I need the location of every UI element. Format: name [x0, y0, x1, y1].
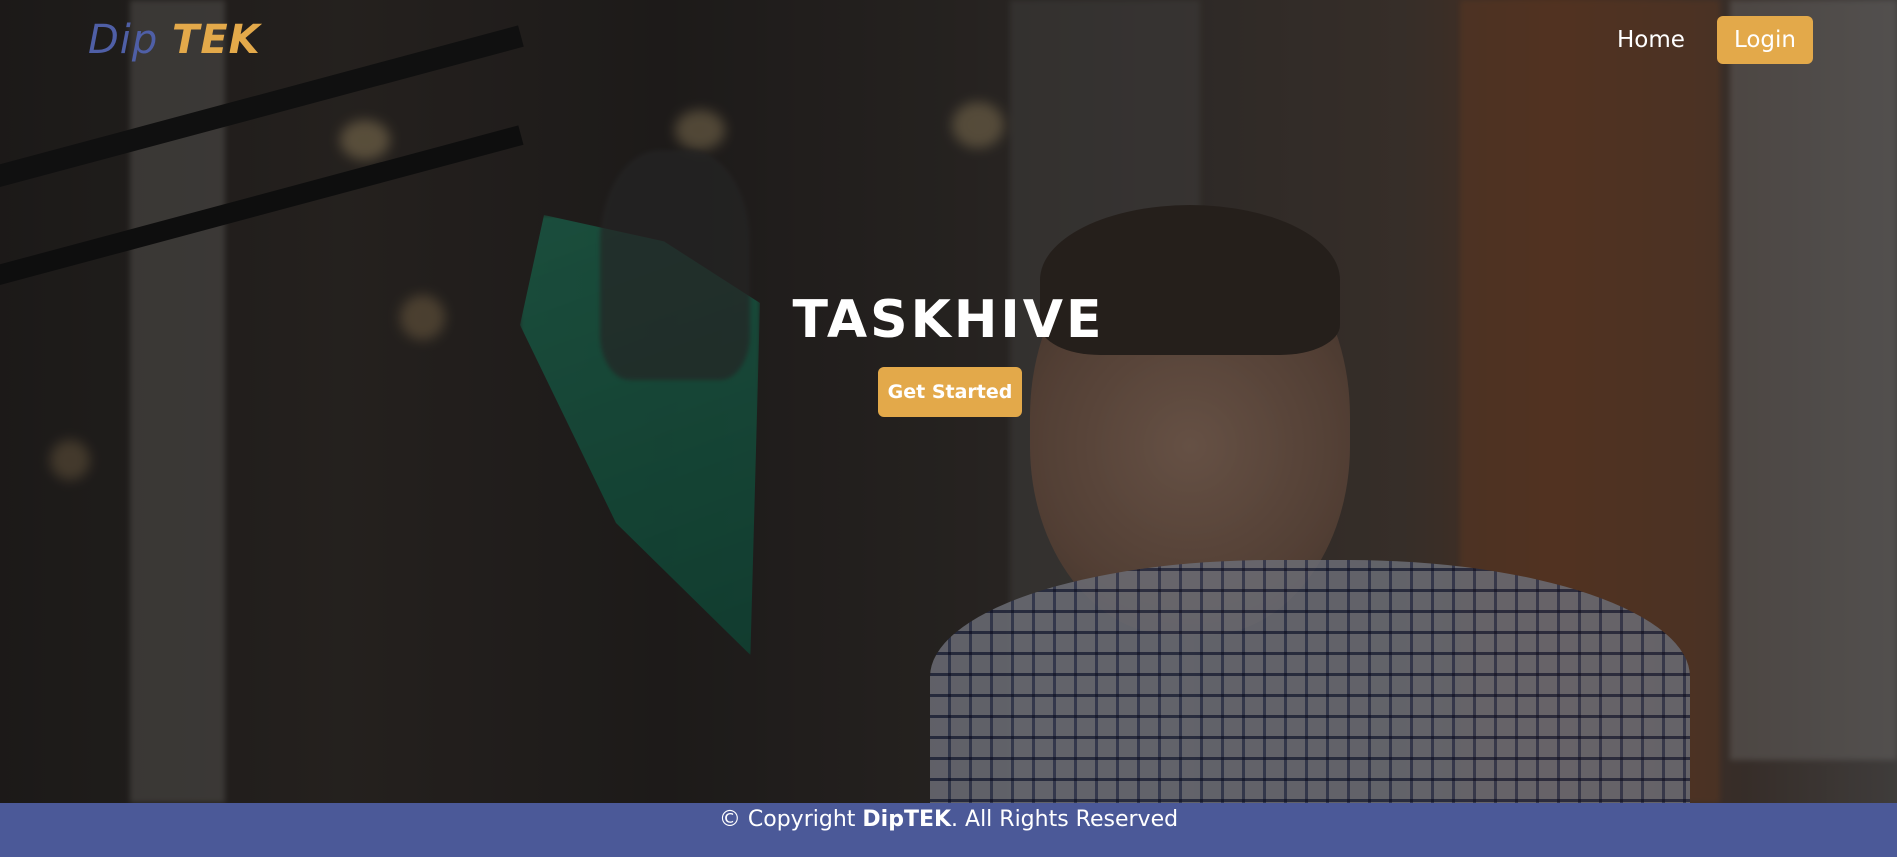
hero-title: TASKHIVE: [792, 290, 1105, 350]
brand-logo-part1: Dip: [88, 17, 159, 63]
footer-company-name: DipTEK: [862, 807, 952, 832]
get-started-button[interactable]: Get Started: [878, 367, 1022, 417]
footer: © Copyright DipTEK. All Rights Reserved: [0, 803, 1897, 857]
hero-section: Dip TEK Home Login TASKHIVE Get Started: [0, 0, 1897, 803]
footer-rights: . All Rights Reserved: [951, 807, 1179, 832]
brand-logo-part2: TEK: [172, 17, 261, 63]
nav-home-link[interactable]: Home: [1617, 27, 1685, 53]
footer-copyright-prefix: © Copyright: [718, 807, 863, 832]
brand-logo[interactable]: Dip TEK: [88, 17, 261, 63]
top-nav: Home Login: [1617, 16, 1813, 64]
login-button[interactable]: Login: [1716, 16, 1813, 64]
